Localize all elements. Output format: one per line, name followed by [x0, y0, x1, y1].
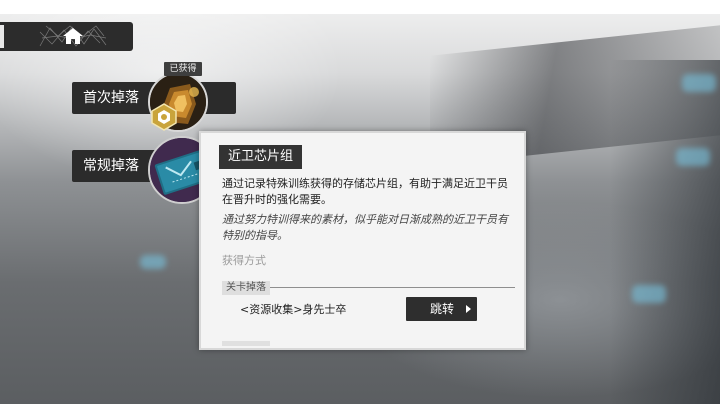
popup-footer-divider [222, 341, 270, 346]
first-drop-label: 首次掉落 [83, 90, 139, 106]
stage-drop-label: 关卡掉落 [222, 281, 270, 295]
nav-edge [0, 25, 4, 48]
regular-drop-label: 常规掉落 [83, 158, 139, 174]
chevron-right-icon [466, 305, 471, 313]
jump-button[interactable]: 跳转 [406, 297, 477, 321]
acquire-method-label: 获得方式 [222, 254, 266, 267]
gold-hex-badge-icon [151, 103, 177, 131]
home-icon[interactable] [62, 26, 84, 46]
background-glow [140, 255, 166, 269]
item-name: 近卫芯片组 [219, 145, 303, 169]
background-glow [632, 285, 666, 303]
item-description: 通过记录特殊训练获得的存储芯片组，有助于满足近卫干员在晋升时的强化需要。 [222, 177, 508, 206]
background-glow [682, 74, 716, 92]
background-shade [610, 60, 720, 404]
home-nav-button[interactable] [0, 22, 133, 51]
item-flavor-text: 通过努力特训得来的素材，似乎能对日渐成熟的近卫干员有特别的指导。 [222, 213, 508, 242]
top-bar [0, 0, 720, 14]
jump-button-label: 跳转 [430, 302, 455, 316]
stage-name: <资源收集>身先士卒 [240, 303, 347, 316]
background-glow [676, 148, 710, 166]
obtained-tag: 已获得 [164, 62, 202, 76]
